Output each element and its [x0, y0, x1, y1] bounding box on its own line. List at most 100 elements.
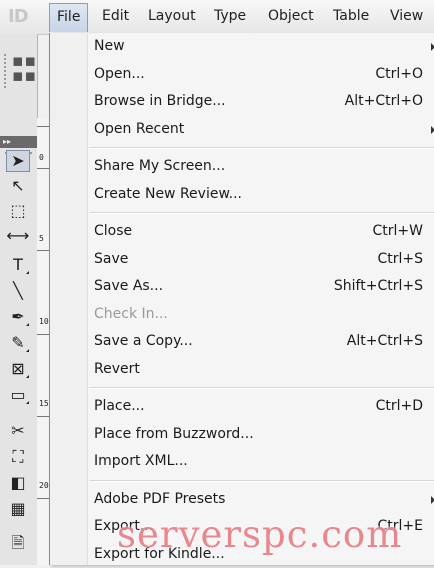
rectangle-frame-tool-glyph: ⊠	[11, 359, 25, 378]
toolbox-collapse-bar[interactable]: ▸▸	[0, 136, 37, 148]
menu-object[interactable]: Object	[261, 4, 321, 28]
hidden-tools-indicator-icon	[26, 375, 29, 378]
menu-item-label: Import XML...	[94, 453, 188, 469]
menu-icon-gutter	[50, 33, 88, 565]
menu-item-label: Export for Kindle...	[94, 545, 225, 562]
pen-tool-glyph: ✒	[11, 307, 25, 326]
menu-item-shortcut: Alt+Ctrl+S	[346, 333, 423, 349]
menu-view[interactable]: View	[383, 4, 430, 28]
note-tool-icon[interactable]: 🗎	[6, 532, 30, 554]
menu-separator	[89, 147, 434, 149]
file-menu-dropdown: New Open... Ctrl+O Browse in Bridge... Alt+C…	[49, 33, 434, 565]
gradient-swatch-tool-glyph: ◧	[10, 473, 26, 492]
ruler-label: 15	[39, 399, 49, 408]
menu-layout[interactable]: Layout	[141, 4, 203, 28]
menu-item-label: Create New Review...	[94, 185, 242, 202]
menu-item-label: Save a Copy...	[94, 333, 193, 349]
menu-item-label: Save	[94, 250, 129, 267]
menu-item-label: Open Recent	[94, 120, 185, 137]
menu-item-export[interactable]: Export... Ctrl+E	[87, 513, 434, 540]
ruler-label: 10	[39, 317, 49, 326]
scissors-tool-icon[interactable]: ✂	[6, 420, 30, 442]
menu-item-share-my-screen[interactable]: Share My Screen...	[87, 153, 434, 180]
ruler-tick	[37, 334, 49, 335]
menu-item-open[interactable]: Open... Ctrl+O	[87, 61, 434, 88]
menu-file[interactable]: File	[49, 3, 89, 32]
menu-item-export-for-kindle[interactable]: Export for Kindle...	[87, 541, 434, 568]
pen-tool-icon[interactable]: ✒	[6, 306, 30, 328]
menu-table[interactable]: Table	[326, 4, 376, 28]
ruler-label: 20	[39, 481, 49, 490]
line-tool-icon[interactable]: ╲	[6, 280, 30, 302]
menu-type[interactable]: Type	[207, 4, 253, 28]
menu-item-place[interactable]: Place... Ctrl+D	[87, 393, 434, 420]
selection-tool-glyph: ➤	[11, 151, 25, 170]
hidden-tools-indicator-icon	[26, 401, 29, 404]
menu-item-adobe-pdf-presets[interactable]: Adobe PDF Presets	[87, 486, 434, 513]
selection-tool-icon[interactable]: ➤	[6, 150, 30, 172]
menu-item-revert[interactable]: Revert	[87, 356, 434, 383]
tools-panel: ▪▪ ▪▪ ▸▸ ➤ ↖ ⬚ ⟷ T ╲ ✒ ✎ ⊠ ▭ ✂ ⛶ ◧ ▦ 🗎	[0, 34, 38, 565]
menu-item-check-in: Check In...	[87, 301, 434, 328]
gradient-feather-tool-icon[interactable]: ▦	[6, 498, 30, 520]
line-tool-glyph: ╲	[13, 281, 23, 300]
menu-separator	[89, 387, 434, 389]
menu-item-shortcut: Ctrl+D	[375, 398, 423, 414]
direct-selection-tool-glyph: ↖	[11, 176, 25, 195]
menu-item-shortcut: Ctrl+O	[375, 65, 423, 82]
app-logo: ID	[8, 6, 29, 27]
menu-item-label: New	[94, 38, 125, 54]
menu-item-label: Revert	[94, 360, 140, 377]
rectangle-tool-glyph: ▭	[10, 385, 26, 404]
menu-item-place-from-buzzword[interactable]: Place from Buzzword...	[87, 421, 434, 448]
menu-item-shortcut: Ctrl+W	[372, 223, 423, 239]
menu-item-label: Place from Buzzword...	[94, 425, 254, 442]
menu-item-label: Place...	[94, 398, 145, 414]
menu-item-label: Check In...	[94, 305, 168, 322]
pages-panel-icon[interactable]: ▪▪ ▪▪	[12, 53, 36, 85]
menu-item-label: Share My Screen...	[94, 158, 226, 174]
gap-tool-icon[interactable]: ⟷	[6, 225, 30, 247]
page-tool-icon[interactable]: ⬚	[6, 200, 30, 222]
menu-item-label: Browse in Bridge...	[94, 93, 226, 109]
menu-item-import-xml[interactable]: Import XML...	[87, 448, 434, 475]
ruler-label: 5	[39, 234, 44, 243]
rectangle-frame-tool-icon[interactable]: ⊠	[6, 358, 30, 380]
panel-grip[interactable]	[4, 54, 9, 88]
direct-selection-tool-icon[interactable]: ↖	[6, 175, 30, 197]
menu-item-create-new-review[interactable]: Create New Review...	[87, 181, 434, 208]
menu-bar: ID File Edit Layout Type Object Table Vi…	[0, 0, 434, 35]
free-transform-tool-glyph: ⛶	[12, 447, 24, 466]
menu-item-save-a-copy[interactable]: Save a Copy... Alt+Ctrl+S	[87, 328, 434, 355]
hidden-tools-indicator-icon	[26, 271, 29, 274]
menu-separator	[89, 479, 434, 482]
menu-item-label: Close	[94, 223, 133, 239]
menu-item-label: Export...	[94, 518, 154, 534]
page-tool-glyph: ⬚	[10, 201, 26, 220]
menu-item-open-recent[interactable]: Open Recent	[87, 116, 434, 143]
ruler-tick	[37, 126, 49, 127]
rectangle-tool-icon[interactable]: ▭	[6, 384, 30, 406]
menu-separator	[89, 212, 434, 214]
menu-item-label: Open...	[94, 65, 145, 82]
menu-item-close[interactable]: Close Ctrl+W	[87, 218, 434, 245]
gradient-feather-tool-glyph: ▦	[10, 499, 26, 518]
pencil-tool-icon[interactable]: ✎	[6, 332, 30, 354]
ruler-label: 0	[39, 153, 44, 162]
menu-item-browse-in-bridge[interactable]: Browse in Bridge... Alt+Ctrl+O	[87, 88, 434, 115]
ruler-tick	[37, 250, 49, 251]
menu-item-save[interactable]: Save Ctrl+S	[87, 246, 434, 273]
type-tool-icon[interactable]: T	[6, 254, 30, 276]
ruler-tick	[37, 416, 49, 417]
menu-item-new[interactable]: New	[87, 33, 434, 60]
menu-item-shortcut: Alt+Ctrl+O	[344, 93, 423, 109]
menu-item-shortcut: Ctrl+S	[377, 250, 423, 267]
menu-edit[interactable]: Edit	[95, 4, 136, 28]
menu-item-shortcut: Ctrl+E	[377, 518, 424, 534]
free-transform-tool-icon[interactable]: ⛶	[6, 446, 30, 468]
hidden-tools-indicator-icon	[26, 349, 29, 352]
ruler-tick	[37, 498, 49, 499]
type-tool-glyph: T	[13, 255, 23, 274]
menu-item-save-as[interactable]: Save As... Shift+Ctrl+S	[87, 273, 434, 300]
gradient-swatch-tool-icon[interactable]: ◧	[6, 472, 30, 494]
